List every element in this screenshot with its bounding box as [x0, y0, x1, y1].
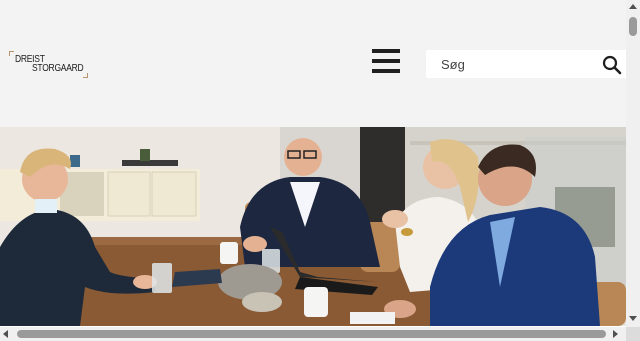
- vertical-scrollbar[interactable]: [626, 0, 640, 327]
- logo-line-2: STORGAARD: [32, 63, 84, 74]
- scroll-up-arrow-icon[interactable]: [629, 4, 637, 9]
- search-icon[interactable]: [602, 55, 622, 75]
- search-input[interactable]: [426, 50, 596, 78]
- scroll-right-arrow-icon[interactable]: [613, 330, 618, 338]
- scrollbar-corner: [626, 327, 640, 341]
- scroll-left-arrow-icon[interactable]: [3, 330, 8, 338]
- search-box: [426, 50, 626, 78]
- logo-corner-bottom-right: [83, 73, 88, 78]
- hero-image: [0, 127, 626, 326]
- scroll-down-arrow-icon[interactable]: [629, 316, 637, 321]
- vertical-scroll-thumb[interactable]: [629, 17, 637, 36]
- logo-corner-top-left: [9, 51, 14, 56]
- hamburger-menu-icon[interactable]: [372, 48, 400, 74]
- site-header: DREIST STORGAARD: [0, 0, 626, 127]
- horizontal-scrollbar[interactable]: [0, 327, 626, 341]
- logo[interactable]: DREIST STORGAARD: [9, 51, 88, 78]
- horizontal-scroll-thumb[interactable]: [17, 330, 606, 338]
- office-meeting-photo: [0, 127, 626, 326]
